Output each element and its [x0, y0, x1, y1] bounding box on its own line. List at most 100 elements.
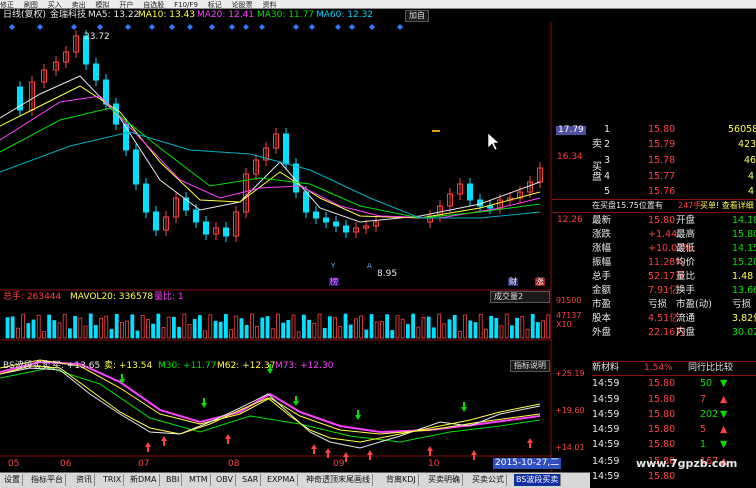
volume-ratio: 量比: 1: [154, 292, 184, 302]
volume-bars: [5, 313, 551, 339]
volume-bar: [218, 321, 223, 339]
tab-bbi[interactable]: BBI: [164, 474, 183, 486]
x-label-05: 05: [8, 459, 20, 469]
ma5-value: MA5: 13.22: [88, 10, 140, 20]
tab-indicator-platform[interactable]: 指标平台: [29, 474, 66, 486]
ma5-line: [0, 75, 541, 223]
volume-bar: [468, 320, 473, 339]
tick-price: 15.80: [648, 378, 676, 389]
quote-row: 外盘22.16万内盘30.02万: [552, 326, 756, 339]
limit-up-badge[interactable]: 涨: [535, 278, 545, 286]
volume-bar: [327, 316, 332, 339]
tab-sar[interactable]: SAR: [240, 474, 262, 486]
volume-bar: [359, 315, 364, 339]
toolbar-item-simulate[interactable]: 模拟: [96, 1, 110, 8]
add-favorite-button[interactable]: 加自: [405, 10, 429, 22]
quote-value: 14.18: [732, 215, 756, 226]
up-arrow-icon: [225, 434, 231, 444]
tab-newdma[interactable]: 新DMA: [128, 474, 160, 486]
order-idx: 4: [604, 171, 611, 182]
quote-label: 涨跌: [592, 229, 612, 240]
quote-panel: 17.79 卖 买盘 1 15.80 56058 2 15.79 423 3 1…: [552, 0, 756, 487]
volume-bar: [312, 322, 317, 339]
position-alert-line[interactable]: 在买盘15.75位置有 247手 买单! 查看详细: [552, 199, 756, 213]
volume-bar: [301, 314, 306, 339]
volume-bar: [494, 317, 499, 339]
tab-news[interactable]: 资讯: [74, 474, 95, 486]
tick-time: 14:59: [592, 439, 620, 450]
quote-value: 4.51亿: [648, 313, 679, 324]
volume-bar: [463, 314, 468, 339]
volume-bar: [114, 314, 119, 339]
signal-diamond-icon: [209, 24, 215, 30]
tick-time: 14:59: [592, 409, 620, 420]
tab-sector[interactable]: 新材料: [592, 364, 619, 373]
tab-expma[interactable]: EXPMA: [265, 474, 298, 486]
indicator-help-button[interactable]: 指标说明: [510, 360, 550, 372]
position-alert-action[interactable]: 买单! 查看详细: [700, 202, 754, 210]
tab-divergence-kdj[interactable]: 背离KDJ: [384, 474, 419, 486]
toolbar-item-f10[interactable]: F10/F9: [174, 1, 198, 8]
toolbar-item-mark[interactable]: 标记: [208, 1, 222, 8]
volume-bar: [416, 326, 421, 339]
toolbar-item-info[interactable]: 资料: [263, 1, 277, 8]
order-idx: 5: [604, 186, 611, 197]
finance-badge[interactable]: 财: [508, 278, 518, 286]
order-row-2[interactable]: 2 15.79 423: [552, 138, 756, 151]
tab-obv[interactable]: OBV: [214, 474, 237, 486]
volume-bar: [374, 321, 379, 339]
order-row-5[interactable]: 5 15.76 4: [552, 185, 756, 198]
signal-diamond-icon: [149, 24, 155, 30]
watermark: www.7gpzb.com: [636, 457, 738, 470]
toolbar-item-refresh[interactable]: 刷图: [24, 1, 38, 8]
quote-row: 总手 52.17万 量比 1.48: [552, 270, 756, 283]
volume-bar: [5, 317, 10, 339]
ma10-value: MA10: 13.43: [138, 10, 196, 20]
y-mark: Y: [331, 262, 336, 270]
volume-bar: [62, 313, 67, 339]
volume-indicator-dropdown[interactable]: 成交量2: [490, 291, 550, 303]
volume-bar: [275, 313, 280, 339]
ma30-value: MA30: 11.77: [257, 10, 315, 20]
quote-label: 流通: [676, 313, 696, 324]
up-arrow-icon: [161, 436, 167, 446]
ma20-line: [0, 95, 541, 219]
order-row-3[interactable]: 3 15.78 46: [552, 154, 756, 167]
tab-buysell-formula[interactable]: 买卖公式: [470, 474, 507, 486]
tab-mtm[interactable]: MTM: [187, 474, 211, 486]
volume-bar: [135, 330, 140, 339]
tick-row: 14:59 15.80 7 ▲: [552, 393, 756, 406]
indicator-m62: M62: +12.37: [217, 361, 276, 371]
tab-buysell-clear[interactable]: 买卖明确: [426, 474, 463, 486]
tab-magic-line[interactable]: 神奇透顶末尾画线: [304, 474, 373, 486]
volume-bar: [166, 316, 171, 339]
tab-trix[interactable]: TRIX: [101, 474, 125, 486]
quote-label: 最新: [592, 215, 612, 226]
toolbar-item-open-account[interactable]: 开户: [119, 1, 133, 8]
order-idx: 3: [604, 155, 611, 166]
indicator-m73: M73: +12.30: [275, 361, 334, 371]
hot-list-badge[interactable]: 榜: [329, 278, 339, 286]
indicator-name[interactable]: BS波段买卖: [3, 362, 51, 371]
quote-value: 3.82亿: [732, 313, 756, 324]
order-row-4[interactable]: 4 15.77 4: [552, 170, 756, 183]
tab-settings[interactable]: 设置: [2, 474, 23, 486]
toolbar-item-watchlist[interactable]: 自选股: [143, 1, 164, 8]
volume-bar: [307, 319, 312, 339]
order-row-1[interactable]: 1 15.80 56058: [552, 123, 756, 136]
toolbar-item-forum[interactable]: 论股票: [232, 1, 253, 8]
volume-bar: [405, 324, 410, 339]
quote-value: 15.80: [648, 215, 676, 226]
volume-bar: [145, 319, 150, 339]
up-arrow-icon: ▲: [720, 424, 728, 435]
toolbar-item-fix[interactable]: 修正: [0, 1, 14, 8]
toolbar-item-sell[interactable]: 卖出: [72, 1, 86, 8]
tab-peer-compare[interactable]: 同行比比较: [688, 364, 733, 373]
signal-diamond-icon: [243, 24, 249, 30]
period-label[interactable]: 日线(复权): [3, 11, 46, 20]
dropdown-label: 成交量2: [494, 292, 524, 301]
indicator-sell: 卖: +13.54: [104, 361, 153, 371]
toolbar-item-buy[interactable]: 买入: [48, 1, 62, 8]
volume-bar: [333, 317, 338, 339]
candle-body: [93, 63, 99, 81]
